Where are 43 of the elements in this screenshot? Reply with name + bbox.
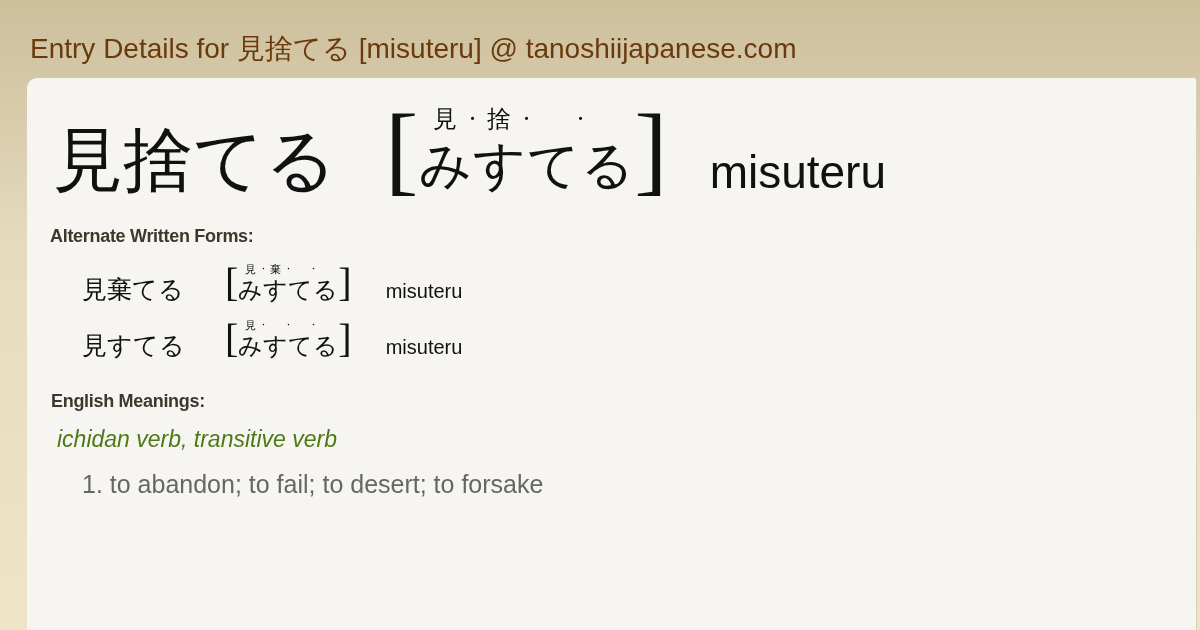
kana-text: る — [580, 137, 634, 193]
kana-text: み — [238, 276, 264, 303]
bracket-text: [ — [225, 263, 239, 303]
page-title: Entry Details for 見捨てる [misuteru] @ tanoshiijapanese.com — [30, 35, 797, 63]
furigana-dot: · — [576, 107, 585, 131]
section-heading: English Meanings: — [51, 392, 206, 410]
alternate-word: 見すてる — [82, 333, 186, 358]
furigana-text: 棄 — [270, 263, 282, 277]
furigana-dot: · — [261, 263, 266, 275]
kana-text: て — [288, 276, 314, 303]
part-of-speech-text: ichidan verb, transitive verb — [57, 428, 338, 451]
kana-text: み — [238, 332, 264, 359]
furigana-text: 捨 — [487, 107, 512, 135]
kana-text: す — [263, 332, 289, 359]
furigana-dot: · — [468, 107, 477, 131]
furigana-dot: · — [261, 319, 266, 331]
bracket-text: ] — [338, 319, 352, 359]
alternate-word: 見棄てる — [82, 277, 185, 302]
romaji-text: misuteru — [385, 337, 463, 357]
bracket-text: ] — [338, 263, 352, 303]
bracket-text: [ — [385, 100, 419, 200]
furigana-dot: · — [522, 107, 531, 131]
kana-text: す — [472, 137, 526, 193]
furigana-dot: · — [311, 319, 316, 331]
furigana-dot: · — [286, 263, 291, 275]
entry-word: 見捨てる — [53, 125, 337, 195]
meaning-text: 1. to abandon; to fail; to desert; to forsake — [82, 472, 545, 497]
kana-text: る — [313, 276, 339, 303]
bracket-text: ] — [634, 100, 668, 200]
bracket-text: [ — [225, 319, 239, 359]
furigana-text: 見 — [245, 263, 257, 277]
section-heading: Alternate Written Forms: — [50, 227, 255, 245]
furigana-dot: · — [311, 263, 316, 275]
kana-text: て — [288, 332, 314, 359]
kana-text: る — [313, 332, 339, 359]
romaji-text: misuteru — [709, 149, 886, 195]
kana-text: み — [418, 137, 472, 193]
furigana-dot: · — [286, 319, 291, 331]
kana-text: て — [526, 137, 580, 193]
romaji-text: misuteru — [385, 281, 463, 301]
kana-text: す — [263, 276, 289, 303]
furigana-text: 見 — [245, 319, 257, 333]
furigana-text: 見 — [433, 107, 458, 135]
